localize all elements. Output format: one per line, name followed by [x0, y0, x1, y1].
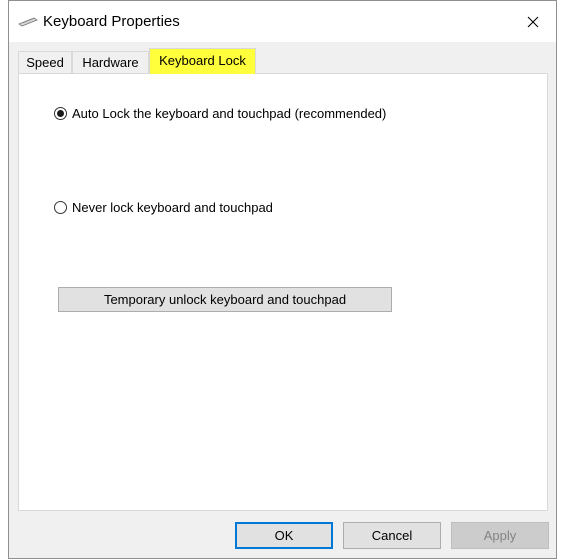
temporary-unlock-button[interactable]: Temporary unlock keyboard and touchpad: [58, 287, 392, 312]
keyboard-properties-dialog: Keyboard Properties Speed Hardware Keybo…: [8, 0, 557, 559]
window-title: Keyboard Properties: [43, 13, 180, 30]
tab-speed-label: Speed: [26, 55, 64, 70]
tab-hardware[interactable]: Hardware: [72, 51, 149, 73]
close-icon: [527, 16, 539, 27]
close-button[interactable]: [510, 1, 556, 42]
cancel-button[interactable]: Cancel: [343, 522, 441, 549]
tab-keyboard-lock-label: Keyboard Lock: [159, 53, 246, 68]
auto-lock-label: Auto Lock the keyboard and touchpad (rec…: [72, 106, 387, 121]
auto-lock-radio[interactable]: [54, 107, 67, 120]
apply-button[interactable]: Apply: [451, 522, 549, 549]
never-lock-option[interactable]: Never lock keyboard and touchpad: [54, 200, 273, 215]
tab-hardware-label: Hardware: [82, 55, 139, 70]
keyboard-lock-panel: Auto Lock the keyboard and touchpad (rec…: [18, 73, 548, 511]
auto-lock-option[interactable]: Auto Lock the keyboard and touchpad (rec…: [54, 106, 386, 121]
never-lock-label: Never lock keyboard and touchpad: [72, 200, 273, 215]
keyboard-icon: [18, 17, 38, 27]
tab-speed[interactable]: Speed: [18, 51, 72, 73]
title-bar: Keyboard Properties: [9, 1, 556, 42]
ok-button[interactable]: OK: [235, 522, 333, 549]
tab-keyboard-lock[interactable]: Keyboard Lock: [149, 48, 256, 74]
never-lock-radio[interactable]: [54, 201, 67, 214]
